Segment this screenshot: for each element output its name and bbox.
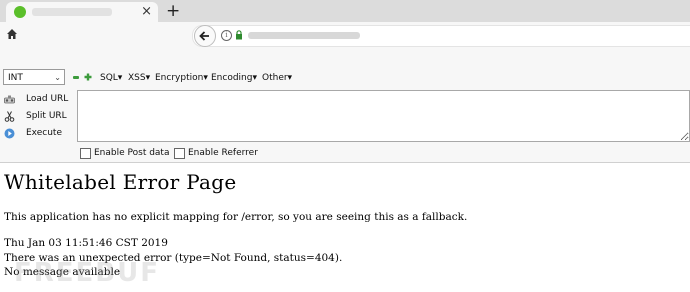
menu-xss[interactable]: XSS▾ xyxy=(128,72,150,84)
leaf-favicon-icon xyxy=(14,6,26,18)
type-select[interactable]: INT ⌄ xyxy=(3,69,65,85)
load-url-label: Load URL xyxy=(26,94,69,104)
menu-encoding[interactable]: Encoding▾ xyxy=(211,72,257,84)
chevron-down-icon: ⌄ xyxy=(54,73,61,82)
minus-icon[interactable] xyxy=(73,76,79,79)
info-icon[interactable]: i xyxy=(221,30,232,41)
enable-referrer-checkbox[interactable] xyxy=(174,148,185,159)
play-icon xyxy=(4,128,15,139)
tab-title-redacted xyxy=(32,8,112,16)
scissors-icon xyxy=(4,111,15,122)
toolbar-spacer xyxy=(0,48,690,68)
load-url-icon xyxy=(4,95,15,104)
enable-referrer-label: Enable Referrer xyxy=(188,148,258,158)
page-title: Whitelabel Error Page xyxy=(4,170,237,194)
url-textarea[interactable] xyxy=(77,90,690,142)
divider xyxy=(0,162,690,163)
watermark: FREEBUF xyxy=(14,258,160,288)
type-select-value: INT xyxy=(8,73,23,83)
error-timestamp: Thu Jan 03 11:51:46 CST 2019 xyxy=(4,237,168,249)
enable-post-data-label: Enable Post data xyxy=(94,148,170,158)
url-text-redacted xyxy=(248,32,360,39)
close-tab-icon[interactable]: × xyxy=(141,3,152,21)
enable-post-data-checkbox[interactable] xyxy=(80,148,91,159)
menu-encryption[interactable]: Encryption▾ xyxy=(155,72,208,84)
home-icon[interactable] xyxy=(6,28,18,40)
plus-icon[interactable] xyxy=(84,73,92,81)
hackbar-toolbar: INT ⌄ SQL▾ XSS▾ Encryption▾ Encoding▾ Ot… xyxy=(0,68,690,90)
new-tab-button[interactable]: + xyxy=(166,0,180,22)
menu-sql[interactable]: SQL▾ xyxy=(100,72,122,84)
browser-tab[interactable]: × xyxy=(6,2,158,22)
execute-label: Execute xyxy=(26,128,62,138)
fallback-message: This application has no explicit mapping… xyxy=(4,211,468,223)
menu-other[interactable]: Other▾ xyxy=(262,72,292,84)
back-button[interactable] xyxy=(194,25,216,47)
tab-strip: × + xyxy=(0,0,690,22)
navigation-bar: i xyxy=(0,22,690,48)
split-url-label: Split URL xyxy=(26,111,67,121)
hackbar-panel: Load URL Split URL Execute Enable Post d… xyxy=(0,90,690,162)
arrow-left-icon xyxy=(199,31,209,41)
lock-icon xyxy=(236,30,242,40)
